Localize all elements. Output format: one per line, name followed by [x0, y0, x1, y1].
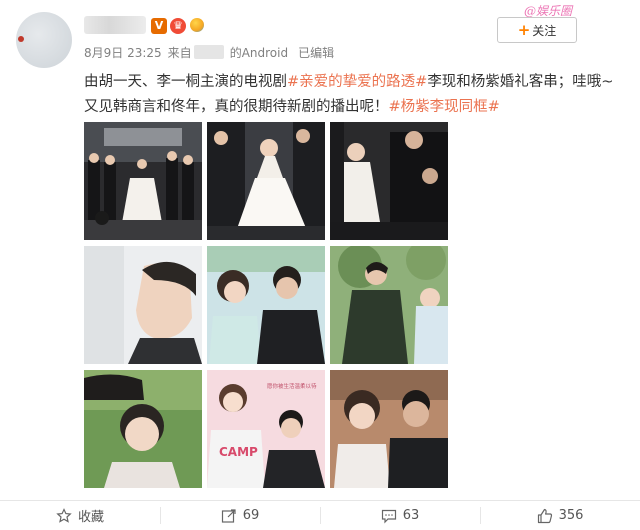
photo-grid: CAMP 愿你被生活温柔以待: [84, 122, 448, 488]
action-bar: 收藏 69 63 356: [0, 501, 640, 530]
actor-profile-photo: [84, 246, 202, 364]
share-button[interactable]: 69: [160, 501, 320, 530]
outdoor-couple-photo: [330, 246, 448, 364]
photo-thumbnail[interactable]: CAMP 愿你被生活温柔以待: [207, 370, 325, 488]
photo-thumbnail[interactable]: [84, 122, 202, 240]
couple-photo: [207, 246, 325, 364]
weibo-post: V ♛ 8月9日 23:25 来自 的Android 已编辑 @娱乐圈 + 关注 由胡…: [0, 0, 640, 530]
source-prefix: 来自: [167, 46, 192, 60]
balloon-icon: [190, 18, 204, 32]
like-button[interactable]: 356: [480, 501, 640, 530]
photo-thumbnail[interactable]: [207, 122, 325, 240]
photo-thumbnail[interactable]: [84, 370, 202, 488]
star-icon: [56, 507, 72, 523]
source-suffix: 的Android: [229, 46, 289, 60]
share-icon: [221, 508, 236, 523]
photo-thumbnail[interactable]: [207, 246, 325, 364]
favorite-button[interactable]: 收藏: [0, 501, 160, 530]
follow-button[interactable]: + 关注: [497, 17, 577, 43]
wedding-group-photo: [84, 122, 202, 240]
photo-thumbnail[interactable]: [330, 122, 448, 240]
vip-badge-icon: ♛: [170, 18, 186, 34]
edited-label[interactable]: 已编辑: [298, 46, 334, 60]
poster-caption: 愿你被生活温柔以待: [267, 382, 317, 390]
comment-icon: [381, 509, 396, 523]
photo-thumbnail[interactable]: [330, 370, 448, 488]
hashtag-link[interactable]: #亲爱的挚爱的路透#: [287, 74, 427, 90]
avatar[interactable]: [16, 12, 72, 68]
couple-closeup-photo: [330, 370, 448, 488]
wedding-guests-photo: [330, 122, 448, 240]
poster-camp-text: CAMP: [219, 445, 258, 459]
avatar-decoration: [18, 36, 24, 42]
bride-photo: [207, 122, 325, 240]
like-count: 356: [558, 508, 584, 523]
photo-thumbnail[interactable]: [330, 246, 448, 364]
post-text-part1: 由胡一天、李一桐主演的电视剧: [84, 74, 287, 90]
username-blurred[interactable]: [84, 16, 146, 34]
post-text: 由胡一天、李一桐主演的电视剧#亲爱的挚爱的路透#李现和杨紫婚礼客串；哇哦~又见韩…: [84, 70, 624, 120]
hashtag-link[interactable]: #杨紫李现同框#: [389, 99, 500, 115]
plus-icon: +: [517, 20, 531, 39]
actress-closeup-photo: [84, 370, 202, 488]
drama-poster: CAMP 愿你被生活温柔以待: [207, 370, 325, 488]
follow-label: 关注: [532, 23, 557, 38]
thumbs-up-icon: [537, 508, 552, 523]
favorite-label: 收藏: [77, 510, 104, 525]
post-date[interactable]: 8月9日 23:25: [84, 46, 162, 60]
comment-button[interactable]: 63: [320, 501, 480, 530]
share-count: 69: [242, 508, 260, 523]
photo-thumbnail[interactable]: [84, 246, 202, 364]
post-meta: 8月9日 23:25 来自 的Android 已编辑: [84, 44, 340, 61]
comment-count: 63: [402, 508, 420, 523]
source-device-blurred: [193, 45, 224, 59]
verified-badge-icon: V: [151, 18, 167, 34]
